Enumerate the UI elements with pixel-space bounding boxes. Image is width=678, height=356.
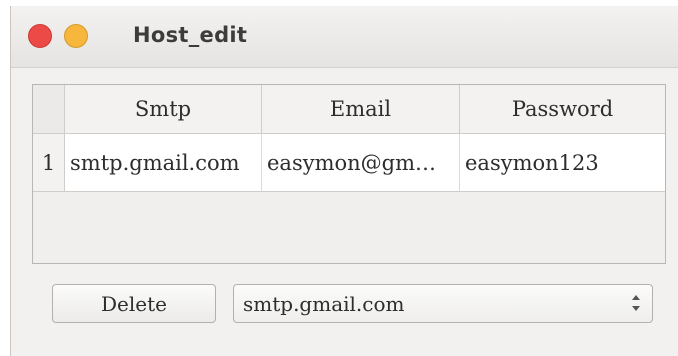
title-bar: Host_edit bbox=[11, 6, 678, 68]
row-header[interactable]: 1 bbox=[33, 134, 65, 192]
password-cell[interactable]: easymon123 bbox=[460, 134, 665, 192]
delete-button[interactable]: Delete bbox=[52, 284, 216, 323]
host-select-value: smtp.gmail.com bbox=[243, 292, 405, 316]
column-header-smtp[interactable]: Smtp bbox=[65, 85, 262, 134]
close-icon[interactable] bbox=[28, 24, 52, 48]
minimize-icon[interactable] bbox=[64, 24, 88, 48]
hosts-table: Smtp Email Password 1 smtp.gmail.com eas… bbox=[32, 84, 666, 264]
email-cell[interactable]: easymon@gm… bbox=[262, 134, 460, 192]
column-header-password[interactable]: Password bbox=[460, 85, 665, 134]
host-select[interactable]: smtp.gmail.com bbox=[233, 284, 653, 323]
up-down-arrows-icon bbox=[630, 294, 642, 314]
column-header-email[interactable]: Email bbox=[262, 85, 460, 134]
table-corner[interactable] bbox=[33, 85, 65, 134]
smtp-cell[interactable]: smtp.gmail.com bbox=[65, 134, 262, 192]
window-title: Host_edit bbox=[133, 23, 248, 47]
host-edit-window: Host_edit Smtp Email Password 1 smtp.gma… bbox=[10, 6, 678, 356]
